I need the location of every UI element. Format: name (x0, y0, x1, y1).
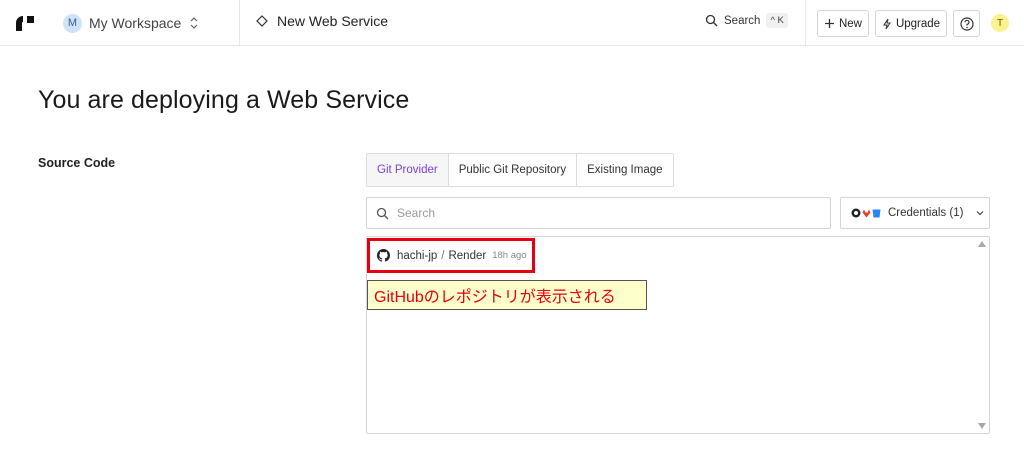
global-search-button[interactable]: Search ^ K (705, 13, 788, 28)
workspace-name: My Workspace (89, 15, 182, 31)
repo-name: Render (448, 249, 487, 262)
gitlab-icon (862, 209, 871, 217)
repo-updated-time: 18h ago (492, 250, 527, 261)
credentials-dropdown[interactable]: Credentials (1) (840, 197, 990, 229)
header-divider (805, 0, 806, 46)
bolt-icon (883, 18, 891, 29)
tab-git-provider[interactable]: Git Provider (367, 154, 449, 186)
user-avatar[interactable]: T (991, 14, 1009, 32)
repo-search-input[interactable] (397, 206, 817, 220)
provider-icons (851, 208, 881, 218)
scroll-up-arrow[interactable] (978, 241, 986, 247)
chevron-updown-icon (190, 17, 198, 29)
new-button[interactable]: New (817, 10, 869, 37)
tab-existing-image[interactable]: Existing Image (577, 154, 673, 186)
search-shortcut: ^ K (766, 13, 788, 28)
new-label: New (838, 17, 862, 30)
workspace-avatar: M (63, 13, 82, 33)
search-icon (705, 14, 718, 27)
repo-search-field[interactable] (366, 197, 831, 229)
source-code-label: Source Code (38, 156, 116, 170)
help-button[interactable] (953, 10, 980, 37)
annotation-callout: GitHubのレポジトリが表示される (367, 280, 647, 310)
github-icon (377, 249, 390, 262)
page-title: You are deploying a Web Service (38, 86, 410, 114)
top-navigation-bar: M My Workspace New Web Service Search ^ … (0, 0, 1024, 46)
chevron-down-icon (976, 211, 984, 216)
search-icon (376, 207, 389, 219)
plus-icon (824, 19, 834, 28)
render-logo-icon[interactable] (14, 13, 36, 33)
workspace-switcher[interactable]: M My Workspace (63, 11, 199, 35)
repository-list-item[interactable]: hachi-jp / Render 18h ago (367, 238, 535, 273)
scroll-down-arrow[interactable] (978, 423, 986, 429)
repo-owner: hachi-jp (397, 249, 438, 262)
breadcrumb-current: New Web Service (277, 13, 389, 29)
upgrade-button[interactable]: Upgrade (875, 10, 947, 37)
header-divider (239, 0, 240, 46)
repo-separator: / (441, 249, 445, 262)
diamond-icon (256, 15, 268, 27)
tab-public-git-repository[interactable]: Public Git Repository (448, 154, 578, 186)
github-icon (851, 208, 861, 218)
help-icon (959, 16, 974, 31)
breadcrumb: New Web Service (256, 13, 388, 29)
search-label: Search (724, 14, 761, 27)
bitbucket-icon (872, 209, 881, 217)
credentials-label: Credentials (1) (888, 207, 964, 219)
source-tabs: Git Provider Public Git Repository Exist… (366, 153, 674, 187)
upgrade-label: Upgrade (895, 17, 941, 30)
